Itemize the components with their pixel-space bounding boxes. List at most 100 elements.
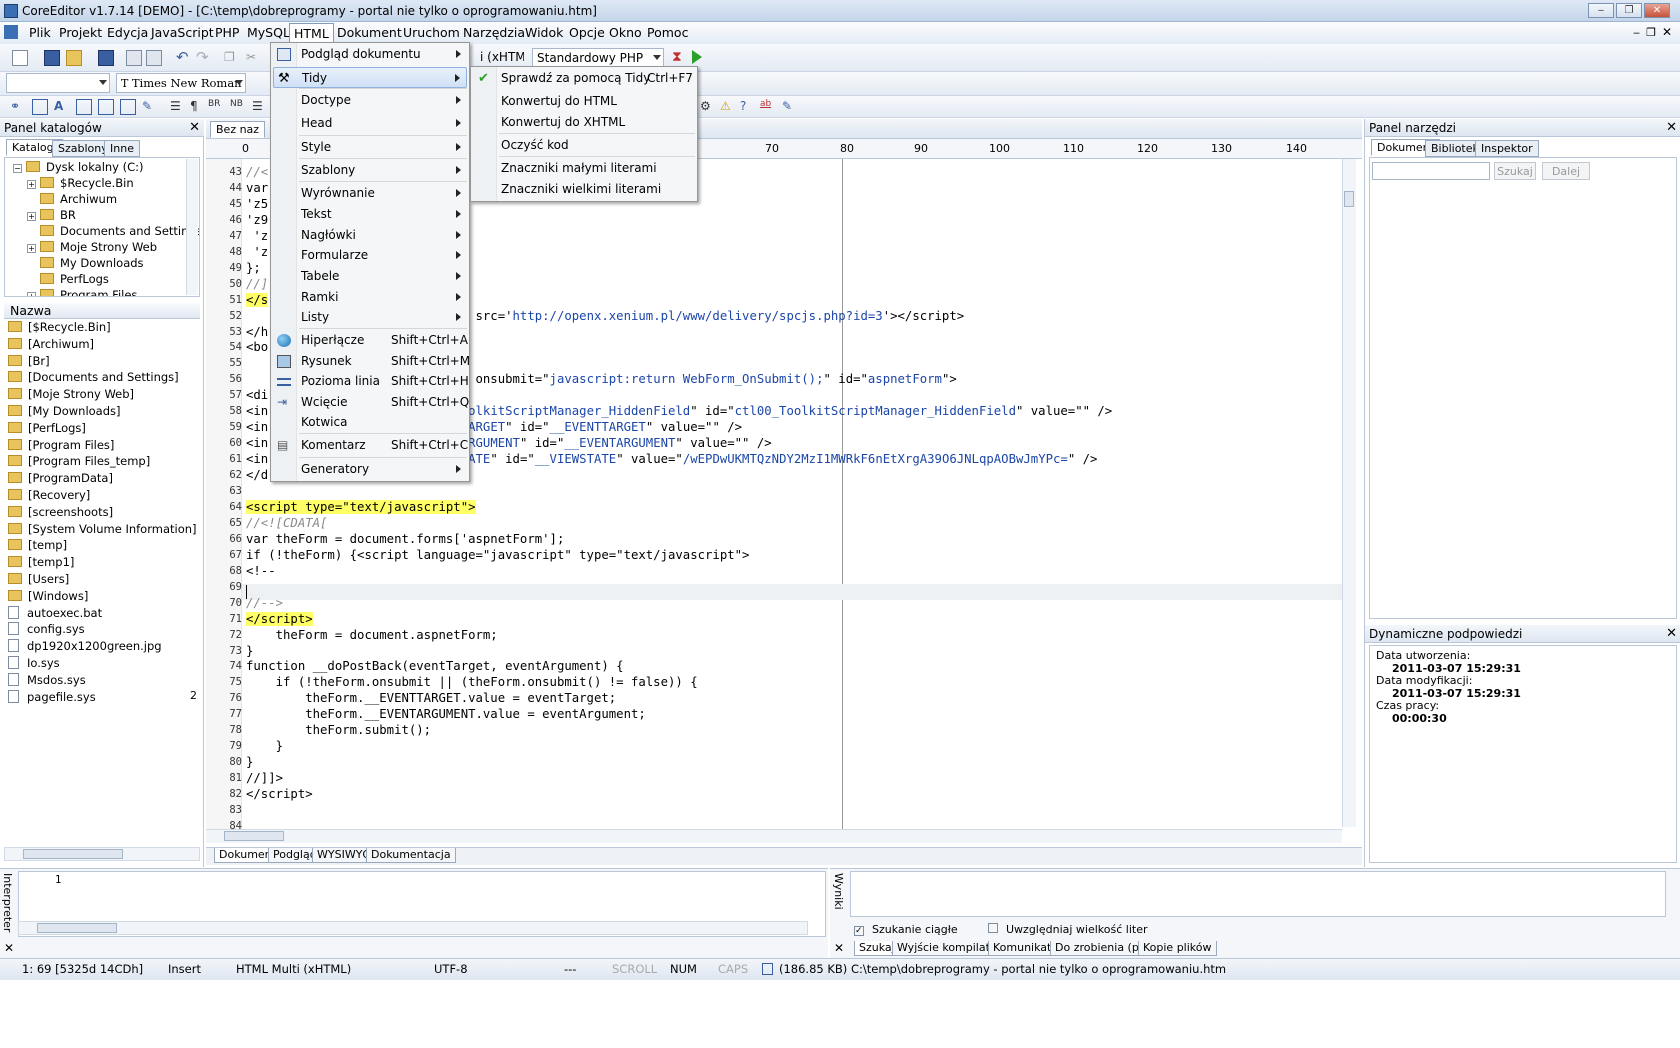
warning-icon[interactable]: ⚠ xyxy=(720,99,736,115)
copy-icon[interactable]: ❐ xyxy=(224,50,240,66)
code-line[interactable]: <di xyxy=(246,387,268,403)
menu-javascript[interactable]: JavaScript xyxy=(148,25,217,40)
tree-item[interactable]: My Downloads xyxy=(27,256,144,272)
html-menu-item[interactable]: Ramki xyxy=(273,287,467,308)
menu-opcje[interactable]: Opcje xyxy=(566,25,608,40)
list-item[interactable]: [temp] xyxy=(8,538,67,554)
menu-pomoc[interactable]: Pomoc xyxy=(644,25,691,40)
code-line[interactable]: theForm.__EVENTTARGET.value = eventTarge… xyxy=(246,690,616,706)
code-line[interactable]: theForm.__EVENTARGUMENT.value = eventArg… xyxy=(246,706,646,722)
image-icon[interactable] xyxy=(32,99,48,115)
tidy-menu-item[interactable]: Znaczniki małymi literami xyxy=(473,158,695,179)
code-line[interactable]: } xyxy=(246,643,253,659)
br-icon[interactable]: BR xyxy=(208,99,224,115)
list-item[interactable]: [screenshoots] xyxy=(8,505,113,521)
php-mode-combo[interactable]: Standardowy PHP xyxy=(532,48,664,68)
list-item[interactable]: [$Recycle.Bin] xyxy=(8,320,111,336)
table-icon[interactable] xyxy=(120,99,136,115)
link-icon[interactable]: ⚭ xyxy=(10,99,26,115)
html-menu-item[interactable]: Doctype xyxy=(273,90,467,111)
list-item[interactable]: [Users] xyxy=(8,572,69,588)
list-item[interactable]: [Recovery] xyxy=(8,488,90,504)
html-menu-item[interactable]: Nagłówki xyxy=(273,225,467,246)
close-button[interactable]: ✕ xyxy=(1644,3,1670,18)
code-line[interactable]: </s xyxy=(246,292,269,308)
size-combo[interactable] xyxy=(6,73,110,93)
mdi-close-icon[interactable]: ✕ xyxy=(1662,25,1672,39)
html-menu-item[interactable]: Tekst xyxy=(273,204,467,225)
menu-html[interactable]: HTML xyxy=(289,23,334,43)
list-item[interactable]: config.sys xyxy=(8,622,85,638)
tidy-menu-item[interactable]: Konwertuj do HTML xyxy=(473,91,695,112)
text-icon[interactable]: A xyxy=(54,99,70,115)
menu-dokument[interactable]: Dokument xyxy=(334,25,405,40)
menu-okno[interactable]: Okno xyxy=(606,25,645,40)
code-line[interactable]: //<![CDATA[ xyxy=(246,515,327,531)
new-file-icon[interactable] xyxy=(12,50,28,66)
menu-php[interactable]: PHP xyxy=(212,25,242,40)
menu-edycja[interactable]: Edycja xyxy=(104,25,151,40)
close-icon[interactable]: ✕ xyxy=(1666,626,1677,641)
html-menu-item[interactable]: Podgląd dokumentu xyxy=(273,44,467,65)
list-item[interactable]: [temp1] xyxy=(8,555,74,571)
html-menu-item[interactable]: Rysunek Shift+Ctrl+M xyxy=(273,351,470,372)
close-icon[interactable]: ✕ xyxy=(834,941,844,955)
html-menu-item[interactable]: ⚒ Tidy xyxy=(273,67,467,88)
file-list-header[interactable]: Nazwa xyxy=(4,303,200,319)
code-line[interactable]: 'z5 xyxy=(246,196,268,212)
close-icon[interactable]: ✕ xyxy=(1666,120,1677,135)
code-line[interactable]: //< xyxy=(246,164,268,180)
hourglass-icon[interactable]: ⧗ xyxy=(672,50,688,66)
tidy-menu-item[interactable]: Konwertuj do XHTML xyxy=(473,112,695,133)
print-preview-icon[interactable] xyxy=(126,50,142,66)
list-item[interactable]: Io.sys xyxy=(8,656,60,672)
html-menu-item[interactable]: Listy xyxy=(273,307,467,328)
code-line[interactable]: </d xyxy=(246,467,268,483)
tab-inne[interactable]: Inne xyxy=(104,140,140,157)
code-line[interactable]: if (!theForm.onsubmit || (theForm.onsubm… xyxy=(246,674,698,690)
html-menu-item[interactable]: Pozioma linia Shift+Ctrl+H xyxy=(273,371,469,392)
menu-widok[interactable]: Widok xyxy=(522,25,566,40)
print-icon[interactable] xyxy=(146,50,162,66)
nbsp-icon[interactable]: NB xyxy=(230,99,246,115)
code-line[interactable]: </script> xyxy=(246,611,313,627)
list-item[interactable]: [My Downloads] xyxy=(8,404,121,420)
mdi-minimize-icon[interactable]: ‒ xyxy=(1633,26,1640,39)
list-item[interactable]: Msdos.sys xyxy=(8,672,86,689)
list-item[interactable]: [Windows] xyxy=(8,589,88,605)
continuous-search-checkbox[interactable]: ✓ Szukanie ciągłe xyxy=(854,923,958,936)
run-icon[interactable] xyxy=(692,50,702,64)
list-item[interactable]: [Documents and Settings] xyxy=(8,370,179,386)
search-input[interactable] xyxy=(1372,162,1490,180)
code-line[interactable]: 'z9 xyxy=(246,212,268,228)
code-line[interactable]: var xyxy=(246,180,268,196)
list-item[interactable]: [Archiwum] xyxy=(8,337,94,353)
html-menu-item[interactable]: Formularze xyxy=(273,245,467,266)
html-menu-item[interactable]: Szablony xyxy=(273,160,467,181)
close-icon[interactable]: ✕ xyxy=(4,941,14,955)
editor-vscrollbar[interactable] xyxy=(1342,159,1356,827)
menu-projekt[interactable]: Projekt xyxy=(56,25,105,40)
file-list-hscrollbar[interactable] xyxy=(4,847,200,861)
expand-icon[interactable]: − xyxy=(13,164,22,173)
code-line[interactable]: //--> xyxy=(246,595,283,611)
list-item[interactable]: [Br] xyxy=(8,354,50,370)
code-line[interactable]: <bo xyxy=(246,339,268,355)
tree-item[interactable]: − Dysk lokalny (C:) xyxy=(13,160,144,176)
code-line[interactable]: }; xyxy=(246,260,261,276)
html-menu-item[interactable]: ⇥ Wcięcie Shift+Ctrl+Q xyxy=(273,392,469,413)
expand-icon[interactable]: + xyxy=(27,292,36,296)
font-combo[interactable]: T Times New Roman xyxy=(116,73,246,93)
view-tab[interactable]: Dokumentacja xyxy=(366,848,456,863)
mdi-restore-icon[interactable]: ❐ xyxy=(1646,26,1656,39)
edit-icon[interactable]: ✎ xyxy=(782,99,798,115)
expand-icon[interactable]: + xyxy=(27,244,36,253)
tree-item[interactable]: PerfLogs xyxy=(27,272,109,288)
tree-item[interactable]: + $Recycle.Bin xyxy=(27,176,134,192)
code-line[interactable]: 'z xyxy=(246,228,268,244)
tidy-menu-item[interactable]: ✔ Sprawdź za pomocą Tidy Ctrl+F7 xyxy=(473,68,695,89)
document-tab[interactable]: Bez naz xyxy=(210,121,266,138)
tree-item[interactable]: Archiwum xyxy=(27,192,117,208)
undo-icon[interactable]: ↶ xyxy=(176,50,192,66)
html-menu-item[interactable]: Generatory xyxy=(273,459,467,480)
